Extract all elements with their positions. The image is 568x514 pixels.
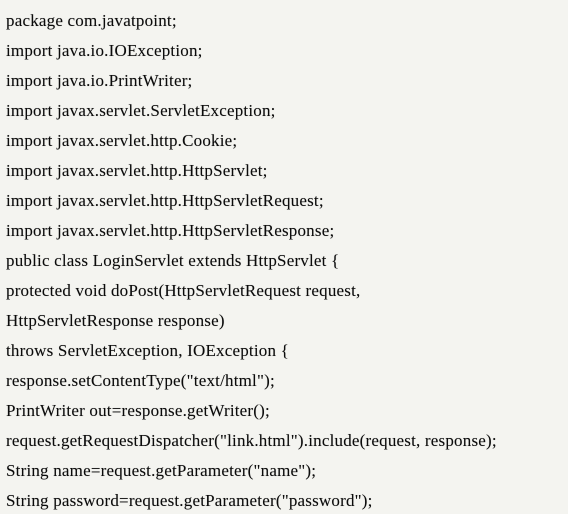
code-line: PrintWriter out=response.getWriter(); [6,396,562,426]
code-line: import javax.servlet.http.Cookie; [6,126,562,156]
code-line: package com.javatpoint; [6,6,562,36]
code-line: String name=request.getParameter("name")… [6,456,562,486]
code-block: package com.javatpoint; import java.io.I… [0,0,568,514]
code-line: import javax.servlet.http.HttpServletRes… [6,216,562,246]
code-line: import java.io.IOException; [6,36,562,66]
code-line: protected void doPost(HttpServletRequest… [6,276,562,306]
code-line: import java.io.PrintWriter; [6,66,562,96]
code-line: import javax.servlet.http.HttpServlet; [6,156,562,186]
code-line: import javax.servlet.http.HttpServletReq… [6,186,562,216]
code-line: response.setContentType("text/html"); [6,366,562,396]
code-line: HttpServletResponse response) [6,306,562,336]
code-line: public class LoginServlet extends HttpSe… [6,246,562,276]
code-line: throws ServletException, IOException { [6,336,562,366]
code-line: import javax.servlet.ServletException; [6,96,562,126]
code-line: request.getRequestDispatcher("link.html"… [6,426,562,456]
code-line: String password=request.getParameter("pa… [6,486,562,514]
